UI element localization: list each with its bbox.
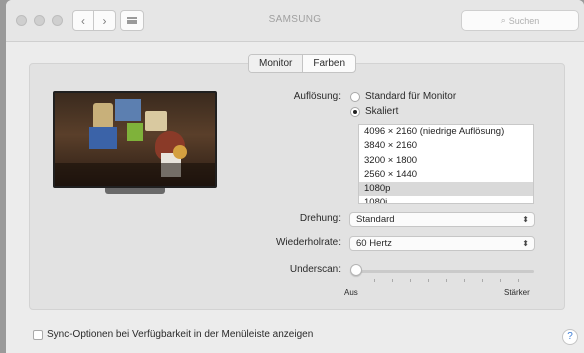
refresh-rate-label: Wiederholrate:	[275, 237, 341, 248]
radio-scaled-label[interactable]: Skaliert	[365, 106, 398, 117]
refresh-rate-select[interactable]: 60 Hertz ⬍	[349, 236, 535, 251]
radio-default-label[interactable]: Standard für Monitor	[365, 91, 456, 102]
updown-chevron-icon: ⬍	[522, 239, 529, 248]
radio-default-resolution[interactable]	[350, 92, 360, 102]
monitor-stand	[105, 188, 165, 194]
slider-tick	[500, 279, 501, 282]
search-placeholder: Suchen	[508, 15, 540, 26]
slider-tick	[428, 279, 429, 282]
rotation-select[interactable]: Standard ⬍	[349, 212, 535, 227]
underscan-min-label: Aus	[344, 288, 358, 297]
resolution-list[interactable]: 4096 × 2160 (niedrige Auflösung) 3840 × …	[358, 124, 534, 204]
slider-tick	[464, 279, 465, 282]
title-bar: ‹ › SAMSUNG ⌕ Suchen	[6, 0, 584, 42]
underscan-slider-track[interactable]	[356, 270, 534, 273]
updown-chevron-icon: ⬍	[522, 215, 529, 224]
slider-tick	[392, 279, 393, 282]
sync-options-checkbox[interactable]	[33, 330, 43, 340]
resolution-item-selected[interactable]: 1080p	[359, 182, 533, 197]
resolution-item[interactable]: 4096 × 2160 (niedrige Auflösung)	[359, 125, 533, 139]
underscan-slider-knob[interactable]	[350, 264, 362, 276]
resolution-item[interactable]: 1080i	[359, 196, 533, 203]
resolution-label: Auflösung:	[293, 91, 341, 102]
underscan-max-label: Stärker	[504, 288, 530, 297]
slider-tick	[446, 279, 447, 282]
underscan-label: Underscan:	[289, 264, 341, 275]
radio-scaled-resolution[interactable]	[350, 107, 360, 117]
refresh-rate-value: 60 Hertz	[356, 238, 392, 249]
tab-bar: Monitor Farben	[248, 54, 357, 73]
tab-monitor[interactable]: Monitor	[249, 55, 304, 72]
help-button[interactable]: ?	[562, 329, 578, 345]
rotation-label: Drehung:	[299, 213, 341, 224]
search-icon: ⌕	[500, 15, 506, 25]
sync-options-label[interactable]: Sync-Optionen bei Verfügbarkeit in der M…	[47, 329, 313, 340]
slider-tick	[410, 279, 411, 282]
display-preview-image	[53, 91, 217, 188]
resolution-item[interactable]: 2560 × 1440	[359, 168, 533, 182]
slider-tick	[374, 279, 375, 282]
resolution-item[interactable]: 3840 × 2160	[359, 139, 533, 153]
search-field[interactable]: ⌕ Suchen	[461, 10, 579, 31]
slider-tick	[482, 279, 483, 282]
rotation-value: Standard	[356, 214, 395, 225]
tab-farben[interactable]: Farben	[303, 55, 355, 72]
resolution-item[interactable]: 3200 × 1800	[359, 154, 533, 168]
preferences-window: ‹ › SAMSUNG ⌕ Suchen Monitor Farben Aufl…	[6, 0, 584, 353]
slider-tick	[518, 279, 519, 282]
